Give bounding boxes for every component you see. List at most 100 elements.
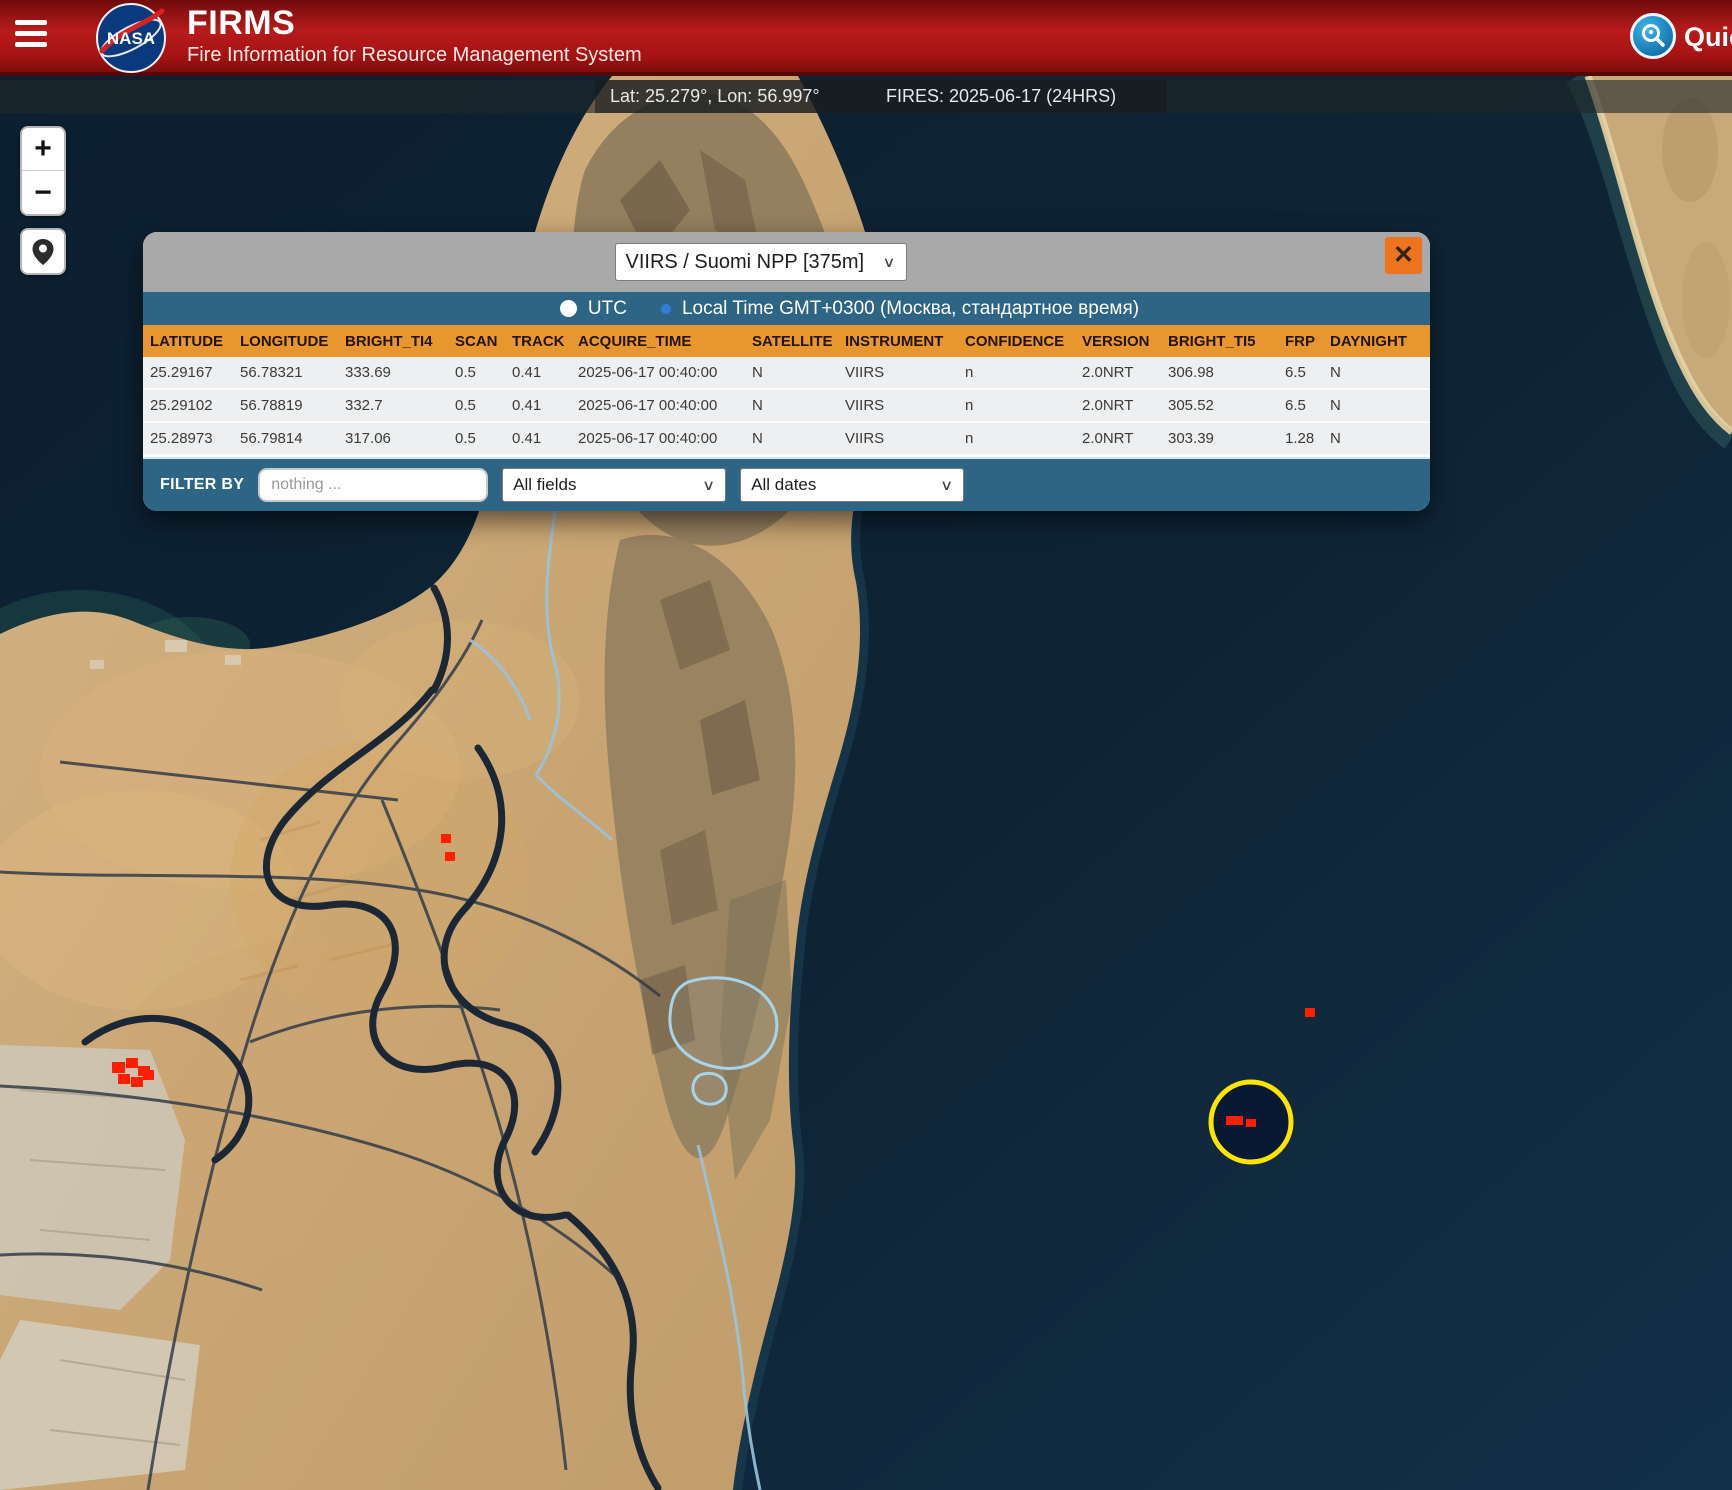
td: 56.78321 [233, 364, 338, 381]
chevron-down-icon: ∨ [702, 477, 715, 494]
td: 2025-06-17 00:40:00 [571, 430, 745, 447]
td: 0.41 [505, 397, 571, 414]
td: 56.78819 [233, 397, 338, 414]
quick-search-label[interactable]: Quic [1684, 22, 1732, 53]
locate-button[interactable] [20, 228, 66, 275]
quick-search-button[interactable] [1630, 13, 1676, 59]
td: N [745, 430, 838, 447]
td: 0.41 [505, 430, 571, 447]
td: N [1323, 364, 1430, 381]
table-row[interactable]: 25.2916756.78321333.690.50.412025-06-17 … [143, 357, 1430, 388]
th[interactable]: TRACK [505, 333, 571, 350]
td: N [745, 364, 838, 381]
dataset-select[interactable]: VIIRS / Suomi NPP [375m] ∨ [615, 243, 907, 281]
chevron-down-icon: ∨ [940, 477, 953, 494]
td: N [745, 397, 838, 414]
td: 25.29102 [143, 397, 233, 414]
map-status-bar: Lat: 25.279°, Lon: 56.997° FIRES: 2025-0… [0, 80, 1732, 113]
time-mode-row: UTC Local Time GMT+0300 (Москва, стандарт… [143, 292, 1430, 325]
fire-data-popup: VIIRS / Suomi NPP [375m] ∨ ✕ UTC Local Ti… [143, 232, 1430, 511]
td: n [958, 430, 1075, 447]
radio-label: Local Time GMT+0300 (Москва, стандартное… [682, 298, 1139, 320]
th[interactable]: SCAN [448, 333, 505, 350]
filter-text-input[interactable] [258, 468, 488, 502]
td: 333.69 [338, 364, 448, 381]
location-pin-icon [31, 238, 55, 266]
td: 1.28 [1278, 430, 1323, 447]
table-row[interactable]: 25.2897356.79814317.060.50.412025-06-17 … [143, 423, 1430, 454]
table-body: 25.2916756.78321333.690.50.412025-06-17 … [143, 357, 1430, 459]
td: 2.0NRT [1075, 364, 1161, 381]
td: 25.29167 [143, 364, 233, 381]
td: N [1323, 397, 1430, 414]
td: VIIRS [838, 430, 958, 447]
filter-fields-value: All fields [513, 475, 576, 495]
td: n [958, 397, 1075, 414]
app-header: NASA FIRMS Fire Information for Resource… [0, 0, 1732, 76]
td: 2.0NRT [1075, 430, 1161, 447]
th[interactable]: INSTRUMENT [838, 333, 958, 350]
popup-header: VIIRS / Suomi NPP [375m] ∨ ✕ [143, 232, 1430, 292]
dataset-select-value: VIIRS / Suomi NPP [375m] [626, 251, 865, 274]
time-mode-radio-1[interactable]: Local Time GMT+0300 (Москва, стандартное… [661, 298, 1139, 320]
fire-marker[interactable] [1305, 1008, 1315, 1017]
filter-dates-value: All dates [751, 475, 816, 495]
table-row[interactable]: 25.2910256.78819332.70.50.412025-06-17 0… [143, 390, 1430, 421]
radio-icon [560, 300, 577, 317]
cursor-coordinates: Lat: 25.279°, Lon: 56.997° [610, 80, 820, 113]
td: 25.28973 [143, 430, 233, 447]
radio-label: UTC [588, 298, 627, 320]
satellite-map[interactable] [0, 0, 1732, 1490]
td: 0.41 [505, 364, 571, 381]
firms-app: NASA FIRMS Fire Information for Resource… [0, 0, 1732, 1490]
app-title: FIRMS [187, 4, 295, 43]
td: 6.5 [1278, 397, 1323, 414]
th[interactable]: DAYNIGHT [1323, 333, 1430, 350]
td: VIIRS [838, 397, 958, 414]
td: 6.5 [1278, 364, 1323, 381]
filter-dates-select[interactable]: All dates ∨ [740, 468, 964, 502]
selected-fire-highlight [1211, 1082, 1291, 1162]
th[interactable]: ACQUIRE_TIME [571, 333, 745, 350]
th[interactable]: LONGITUDE [233, 333, 338, 350]
td: 0.5 [448, 397, 505, 414]
td: 0.5 [448, 430, 505, 447]
th[interactable]: CONFIDENCE [958, 333, 1075, 350]
filter-fields-select[interactable]: All fields ∨ [502, 468, 726, 502]
search-icon [1638, 21, 1668, 51]
td: 56.79814 [233, 430, 338, 447]
td: VIIRS [838, 364, 958, 381]
td: 2.0NRT [1075, 397, 1161, 414]
th[interactable]: VERSION [1075, 333, 1161, 350]
td: N [1323, 430, 1430, 447]
td: 317.06 [338, 430, 448, 447]
table-header-row: LATITUDELONGITUDEBRIGHT_TI4SCANTRACKACQU… [143, 325, 1430, 357]
app-subtitle: Fire Information for Resource Management… [187, 44, 642, 67]
th[interactable]: BRIGHT_TI5 [1161, 333, 1278, 350]
fire-marker[interactable] [445, 852, 455, 861]
th[interactable]: FRP [1278, 333, 1323, 350]
svg-text:NASA: NASA [107, 29, 155, 48]
td: 2025-06-17 00:40:00 [571, 397, 745, 414]
close-button[interactable]: ✕ [1385, 237, 1422, 274]
zoom-out-button[interactable]: − [22, 171, 64, 214]
td: n [958, 364, 1075, 381]
th[interactable]: BRIGHT_TI4 [338, 333, 448, 350]
nasa-logo[interactable]: NASA [94, 1, 168, 75]
td: 306.98 [1161, 364, 1278, 381]
zoom-control: + − [20, 126, 66, 216]
chevron-down-icon: ∨ [882, 254, 895, 271]
th[interactable]: SATELLITE [745, 333, 838, 350]
th[interactable]: LATITUDE [143, 333, 233, 350]
filter-row: FILTER BY All fields ∨ All dates ∨ [143, 459, 1430, 511]
td: 305.52 [1161, 397, 1278, 414]
zoom-in-button[interactable]: + [22, 128, 64, 171]
menu-hamburger-icon[interactable] [15, 20, 49, 50]
td: 0.5 [448, 364, 505, 381]
td: 332.7 [338, 397, 448, 414]
radio-icon [661, 304, 671, 314]
fire-marker[interactable] [441, 834, 451, 843]
time-mode-radio-0[interactable]: UTC [560, 298, 627, 320]
td: 2025-06-17 00:40:00 [571, 364, 745, 381]
filter-by-label: FILTER BY [160, 476, 244, 494]
